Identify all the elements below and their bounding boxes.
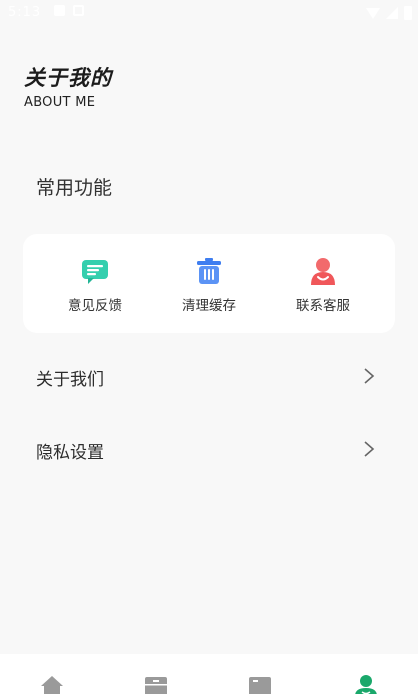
clear-cache-button[interactable]: 清理缓存 — [159, 234, 259, 333]
wifi-icon — [366, 7, 380, 19]
about-us-row[interactable]: 关于我们 — [23, 353, 395, 401]
book-icon[interactable] — [247, 674, 273, 694]
feedback-button[interactable]: 意见反馈 — [45, 234, 145, 333]
feedback-chat-icon — [82, 260, 108, 284]
status-bar: 5:13 — [0, 0, 418, 28]
home-icon[interactable] — [39, 674, 65, 694]
customer-service-icon — [311, 258, 335, 285]
profile-icon[interactable] — [353, 674, 379, 694]
chevron-right-icon — [364, 441, 375, 457]
page-title: 关于我的 — [24, 66, 112, 90]
clear-cache-label: 清理缓存 — [182, 298, 236, 314]
contact-service-button[interactable]: 联系客服 — [273, 234, 373, 333]
signal-icon — [386, 7, 398, 19]
privacy-settings-label: 隐私设置 — [36, 443, 104, 463]
contact-service-label: 联系客服 — [296, 298, 350, 314]
about-us-label: 关于我们 — [36, 370, 104, 390]
trash-icon — [197, 258, 221, 284]
battery-icon — [404, 6, 412, 20]
bottom-tab-bar — [0, 654, 418, 694]
feedback-label: 意见反馈 — [68, 298, 122, 314]
privacy-settings-row[interactable]: 隐私设置 — [23, 426, 395, 474]
common-functions-card: 意见反馈 清理缓存 联系客服 — [23, 234, 395, 333]
chevron-right-icon — [364, 368, 375, 384]
notification-icon — [54, 5, 65, 16]
page-subtitle: ABOUT ME — [24, 95, 96, 110]
status-time: 5:13 — [8, 5, 42, 20]
archive-icon[interactable] — [143, 674, 169, 694]
section-title: 常用功能 — [36, 177, 113, 199]
app-notification-icon — [73, 5, 84, 16]
